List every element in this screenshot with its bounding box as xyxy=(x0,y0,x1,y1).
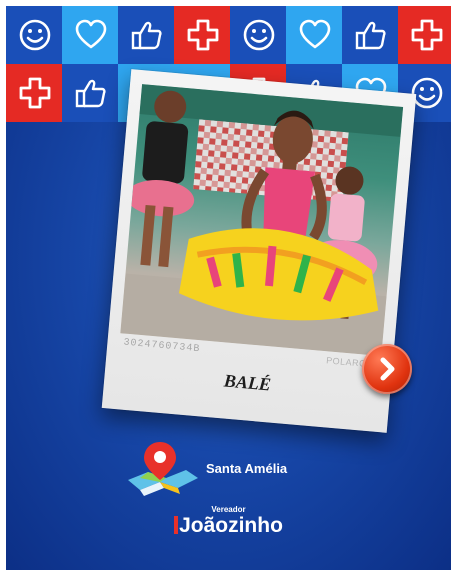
cross-icon xyxy=(19,77,50,109)
tile xyxy=(62,6,119,64)
logo-accent-bar xyxy=(174,516,179,534)
film-code: 3024760734B xyxy=(122,337,201,356)
thumbs-up-icon xyxy=(355,21,386,50)
sponsor-title: Vereador xyxy=(211,505,246,514)
tile xyxy=(398,6,451,64)
smile-icon xyxy=(243,19,274,51)
heart-icon xyxy=(299,19,330,49)
chevron-right-icon xyxy=(380,357,395,381)
cross-icon xyxy=(187,19,218,51)
photo-ballet-girl xyxy=(120,84,404,357)
sponsor-logo: Joãozinho xyxy=(6,514,451,538)
tile xyxy=(230,6,287,64)
app-screen: 3024760734B POLAROID BALÉ Santa Amélia V… xyxy=(6,6,451,570)
tile xyxy=(118,6,175,64)
smile-icon xyxy=(19,19,50,51)
tile xyxy=(286,6,343,64)
tile xyxy=(62,64,119,122)
thumbs-up-icon xyxy=(75,79,106,108)
tile xyxy=(174,6,231,64)
thumbs-up-icon xyxy=(131,21,162,50)
map-pin-icon xyxy=(128,442,198,496)
tile xyxy=(342,6,399,64)
next-photo-button[interactable] xyxy=(362,344,412,394)
cross-icon xyxy=(411,19,442,51)
sponsor-name: Joãozinho xyxy=(179,514,283,537)
location-name: Santa Amélia xyxy=(206,461,288,476)
heart-icon xyxy=(75,19,106,49)
tile xyxy=(6,64,63,122)
tile xyxy=(6,6,63,64)
photo-illustration xyxy=(120,84,404,357)
